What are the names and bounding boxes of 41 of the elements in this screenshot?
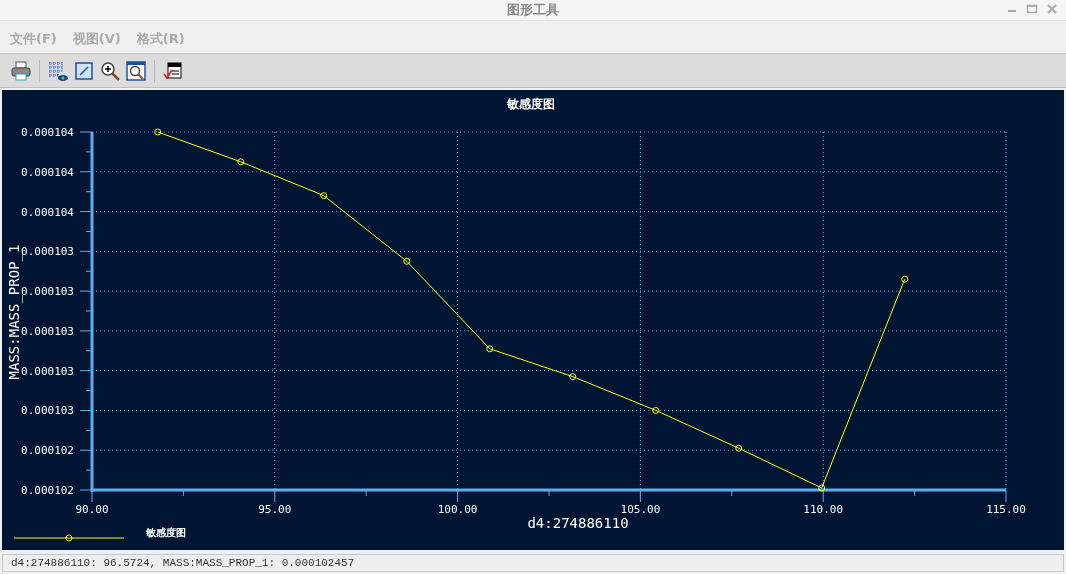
y-axis-title: MASS:MASS_PROP_1 [6,244,22,380]
menu-item[interactable]: 文件(F) [10,29,57,48]
data-point [154,128,162,136]
y-tick-label: 0.000103 [21,364,74,378]
x-tick-label: 115.00 [986,503,1026,516]
grid-eye-icon[interactable] [47,60,69,83]
data-point [237,158,245,166]
data-point [818,484,826,492]
data-point [320,192,328,200]
x-tick-label: 90.00 [75,503,109,516]
data-point [569,373,577,381]
printer-icon[interactable] [10,60,32,83]
data-point [652,406,660,414]
y-tick-label: 0.000103 [21,285,74,299]
y-tick-label: 0.000104 [21,126,74,139]
data-point [901,275,909,283]
data-point [486,345,494,353]
y-tick-label: 0.000103 [21,324,74,338]
x-tick-label: 100.00 [437,503,478,516]
y-tick-label: 0.000104 [21,205,74,219]
zoom-in-icon[interactable] [99,60,121,83]
menu-item[interactable]: 格式(R) [136,29,185,48]
edit-icon[interactable] [73,60,95,83]
legend-line-icon [13,534,125,542]
y-tick-label: 0.000102 [21,484,74,497]
menu-item[interactable]: 视图(V) [72,29,121,48]
data-point [403,257,411,265]
data-point [735,444,743,452]
status-bar: d4:274886110: 96.5724, MASS:MASS_PROP_1: 0.000102457 [2,554,1064,572]
y-tick-label: 0.000102 [21,444,74,458]
window-title: 图形工具 [507,0,559,19]
y-tick-label: 0.000103 [21,404,74,418]
y-tick-label: 0.000104 [21,165,74,179]
x-tick-label: 95.00 [258,503,292,516]
legend-label: 敏感度图 [146,527,186,538]
x-axis-title: d4:274886110 [527,515,629,531]
x-tick-label: 110.00 [803,503,844,516]
y-tick-label: 0.000103 [21,245,74,259]
chart-title: 敏感度图 [507,97,555,111]
zoom-window-icon[interactable] [125,60,147,83]
x-tick-label: 105.00 [620,503,661,516]
